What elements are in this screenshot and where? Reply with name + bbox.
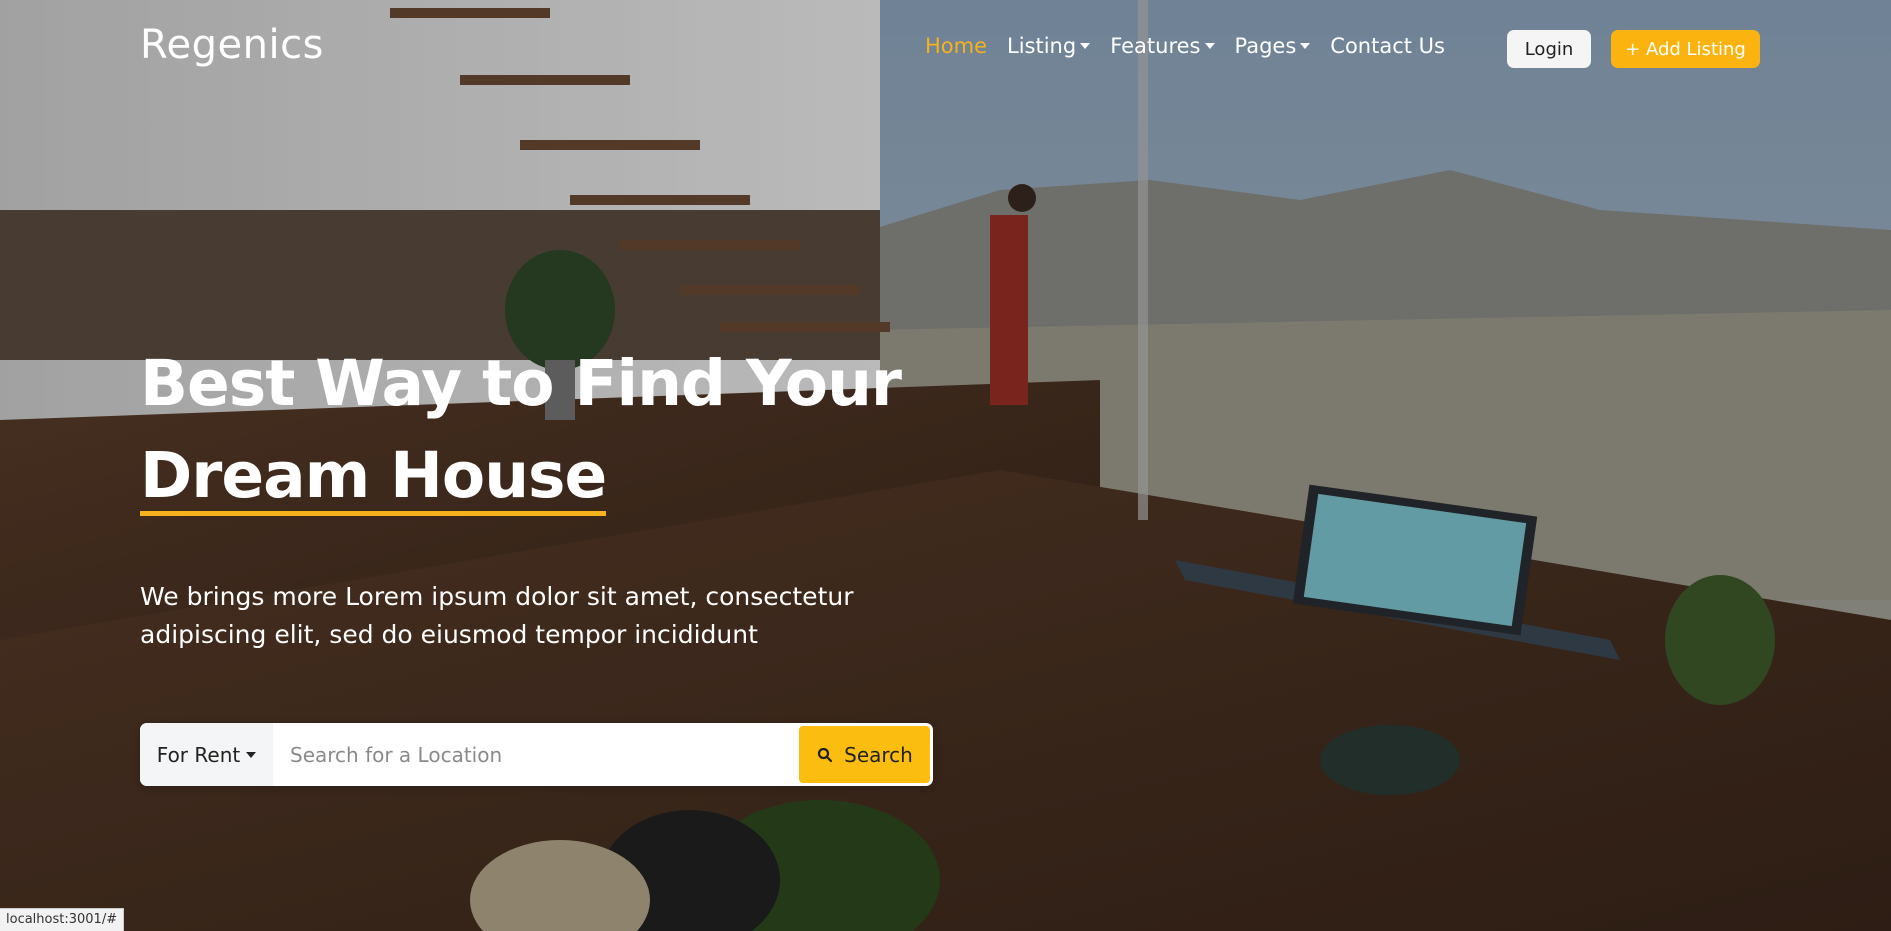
search-button[interactable]: Search: [799, 726, 930, 783]
navbar: Regenics Home Listing Features Pages Con…: [0, 0, 1891, 100]
chevron-down-icon: [1080, 43, 1091, 49]
search-button-label: Search: [844, 742, 913, 767]
nav-item-contact-us[interactable]: Contact Us: [1330, 34, 1445, 58]
nav-item-label: Features: [1110, 34, 1201, 58]
location-search-input[interactable]: [273, 723, 763, 786]
hero-title: Best Way to Find Your Dream House: [140, 338, 902, 522]
nav-item-label: Contact Us: [1330, 34, 1445, 58]
nav-item-home[interactable]: Home: [925, 34, 987, 58]
nav-item-label: Listing: [1007, 34, 1077, 58]
hero-subtitle: We brings more Lorem ipsum dolor sit ame…: [140, 582, 854, 649]
brand-logo[interactable]: Regenics: [140, 22, 324, 68]
login-button[interactable]: Login: [1507, 30, 1591, 68]
add-listing-button[interactable]: + Add Listing: [1611, 30, 1760, 68]
chevron-down-icon: [1204, 43, 1215, 49]
nav-item-listing[interactable]: Listing: [1007, 34, 1091, 58]
nav-item-label: Pages: [1234, 34, 1297, 58]
nav-item-pages[interactable]: Pages: [1235, 34, 1311, 58]
hero-title-highlight: Dream House: [140, 430, 607, 522]
listing-type-dropdown[interactable]: For Rent: [140, 723, 273, 786]
listing-type-value: For Rent: [156, 742, 241, 767]
nav-item-label: Home: [925, 34, 988, 58]
status-bar-url: localhost:3001/#: [0, 908, 125, 931]
search-icon: [818, 747, 833, 762]
nav-item-features[interactable]: Features: [1110, 34, 1215, 58]
chevron-down-icon: [1300, 43, 1311, 49]
chevron-down-icon: [246, 751, 257, 758]
search-bar: For Rent Search: [140, 723, 933, 786]
hero-title-line-1: Best Way to Find Your: [140, 347, 902, 420]
nav-links: Home Listing Features Pages Contact Us: [925, 34, 1445, 58]
